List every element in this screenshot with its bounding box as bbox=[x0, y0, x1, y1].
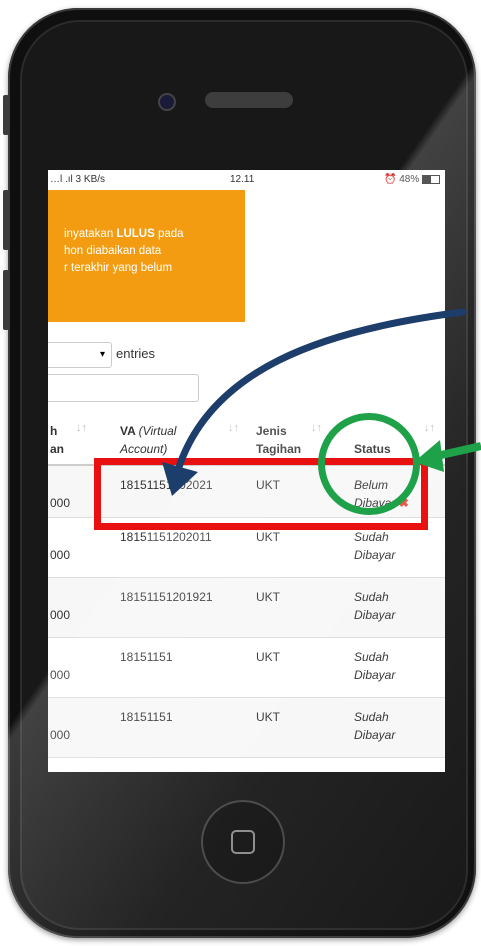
blue-arrow bbox=[174, 308, 467, 474]
blue-arrow-head bbox=[162, 462, 198, 496]
green-arrow-head bbox=[414, 440, 444, 472]
annotation-arrows bbox=[162, 308, 481, 496]
